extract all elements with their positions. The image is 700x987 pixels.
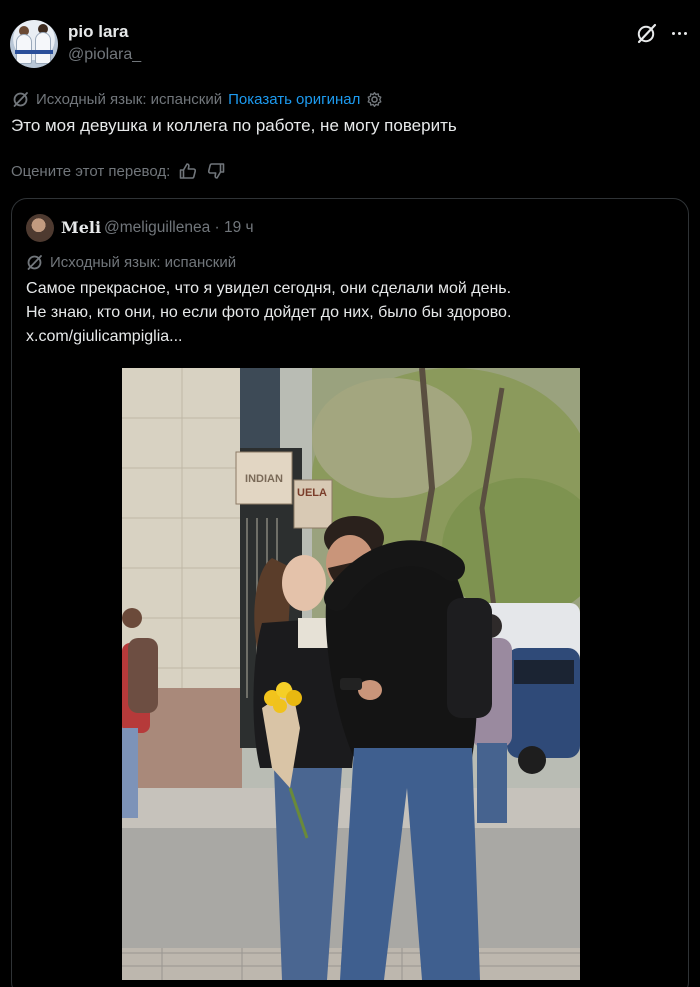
rating-label: Оцените этот перевод: (11, 162, 171, 180)
author-handle[interactable]: @piolara_ (68, 46, 141, 64)
thumbs-down-icon[interactable] (206, 161, 226, 181)
quoted-text-line: Не знаю, кто они, но если фото дойдет до… (26, 304, 512, 321)
author-name[interactable]: pio lara (68, 22, 128, 42)
translate-icon (13, 92, 28, 107)
quoted-post-text: Самое прекрасное, что я увидел сегодня, … (26, 277, 511, 349)
show-original-link[interactable]: Показать оригинал (228, 91, 360, 108)
translate-icon (27, 255, 42, 270)
street-photo-illustration: INDIAN UELA (122, 368, 580, 980)
more-icon[interactable] (668, 22, 690, 44)
quoted-text-line: Самое прекрасное, что я увидел сегодня, … (26, 280, 512, 297)
indian-sign-text: INDIAN (245, 473, 283, 485)
quoted-author-handle[interactable]: @meliguillenea · 19 ч (104, 219, 254, 237)
author-avatar[interactable] (10, 20, 58, 68)
quoted-author-avatar[interactable] (26, 214, 54, 242)
quoted-source-language-label: Исходный язык: испанский (50, 253, 237, 271)
quoted-author-name[interactable]: Meli (61, 218, 101, 237)
post-text: Это моя девушка и коллега по работе, не … (11, 116, 457, 135)
quoted-post[interactable]: Meli @meliguillenea · 19 ч Исходный язык… (11, 198, 689, 987)
translation-rating: Оцените этот перевод: (11, 160, 226, 182)
post-header: pio lara @piolara_ (10, 18, 690, 68)
thumbs-up-icon[interactable] (178, 161, 198, 181)
quoted-photo[interactable]: INDIAN UELA (122, 368, 580, 980)
grok-icon[interactable] (636, 22, 658, 44)
escuela-sign-text: UELA (297, 487, 327, 499)
settings-icon[interactable] (366, 91, 383, 108)
translation-info: Исходный язык: испанский Показать оригин… (12, 89, 389, 109)
quoted-translation-info: Исходный язык: испанский (26, 252, 236, 272)
quoted-link[interactable]: x.com/giulicampiglia... (26, 325, 511, 349)
source-language-label: Исходный язык: испанский (36, 90, 223, 108)
